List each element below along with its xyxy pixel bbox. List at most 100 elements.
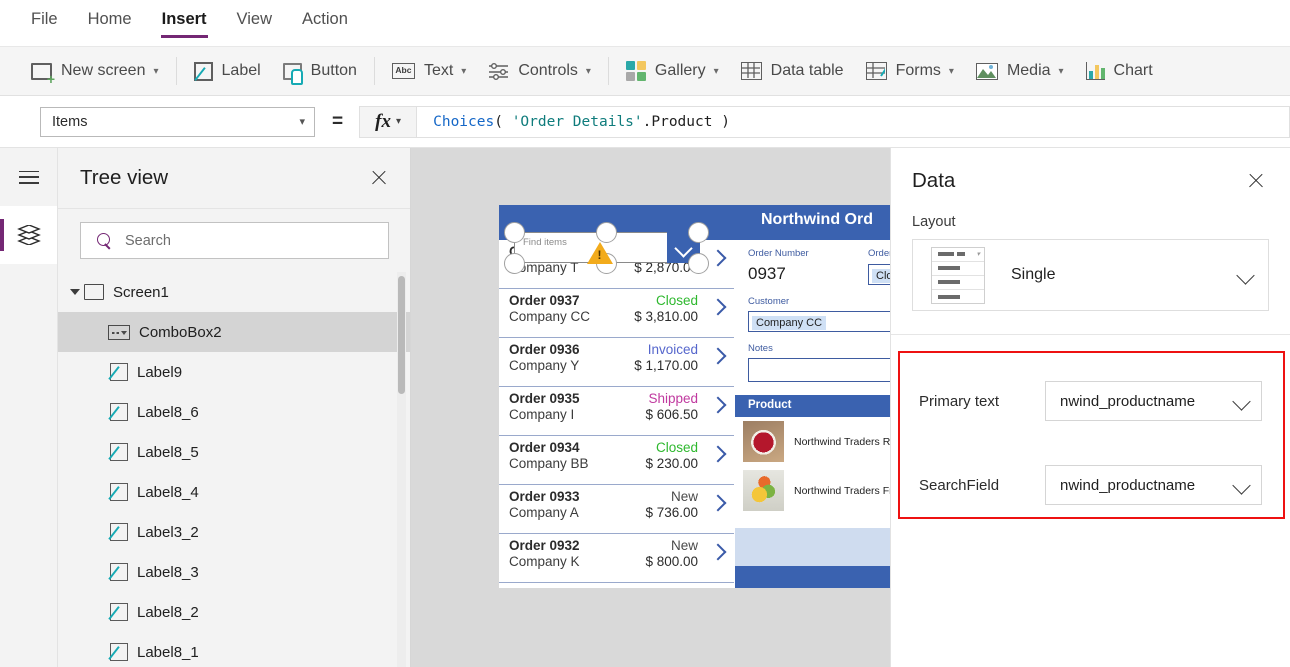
order-status: Closed bbox=[656, 440, 698, 455]
order-id: Order 0936 bbox=[509, 342, 580, 357]
tree-node-screen1[interactable]: Screen1 bbox=[58, 272, 410, 312]
layout-value: Single bbox=[1011, 266, 1055, 284]
button-icon bbox=[283, 63, 302, 80]
ribbon-label: Label bbox=[222, 62, 261, 80]
close-icon[interactable] bbox=[1242, 167, 1270, 195]
tree-node-label8-1[interactable]: Label8_1 bbox=[58, 632, 410, 667]
order-id: Order 0935 bbox=[509, 391, 580, 406]
ribbon-new-screen-button[interactable]: New screen ▾ bbox=[20, 51, 170, 91]
tree-scrollbar-thumb[interactable] bbox=[398, 276, 405, 394]
label-icon bbox=[110, 643, 128, 661]
gallery-row[interactable]: Order 0937 Closed Company CC $ 3,810.00 bbox=[499, 289, 734, 338]
customer-value: Company CC bbox=[752, 316, 826, 330]
tree-node-combobox2[interactable]: ComboBox2 bbox=[58, 312, 410, 352]
order-company: Company A bbox=[509, 505, 579, 520]
ribbon-text-button[interactable]: Abc Text ▾ bbox=[381, 51, 477, 91]
order-company: Company Y bbox=[509, 358, 579, 373]
tree-node-label9[interactable]: Label9 bbox=[58, 352, 410, 392]
tree-view-panel: Tree view Search Screen1 ComboBox2 bbox=[58, 148, 411, 667]
gallery-row[interactable]: Order 0934 Closed Company BB $ 230.00 bbox=[499, 436, 734, 485]
ribbon-label-button[interactable]: Label bbox=[183, 51, 272, 91]
ribbon-label: Media bbox=[1007, 62, 1051, 80]
search-input[interactable]: Search bbox=[80, 222, 389, 259]
tree-node-label: Screen1 bbox=[113, 284, 169, 301]
resize-handle-top-right[interactable] bbox=[688, 222, 709, 243]
resize-handle-top-center[interactable] bbox=[596, 222, 617, 243]
ribbon-label: Button bbox=[311, 62, 357, 80]
warning-triangle-icon[interactable] bbox=[587, 242, 613, 264]
search-field-label: SearchField bbox=[919, 477, 1045, 494]
chevron-down-icon[interactable] bbox=[1232, 476, 1250, 494]
menu-item-action[interactable]: Action bbox=[301, 8, 349, 38]
formula-token-paren: ) bbox=[712, 114, 729, 130]
app-canvas[interactable]: Northwind Ord Order 0938 Invoiced Compan… bbox=[411, 148, 890, 667]
property-select-value: Items bbox=[52, 114, 87, 130]
data-panel-title: Data bbox=[912, 169, 955, 193]
menu-item-insert[interactable]: Insert bbox=[161, 8, 208, 38]
layout-select[interactable]: ▾ Single bbox=[912, 239, 1269, 311]
order-id: Order 0933 bbox=[509, 489, 580, 504]
ribbon-label: Chart bbox=[1114, 62, 1153, 80]
resize-handle-bottom-left[interactable] bbox=[504, 253, 525, 274]
menu-item-home[interactable]: Home bbox=[87, 8, 133, 38]
fx-button[interactable]: fx ▾ bbox=[359, 106, 417, 138]
tree-node-label3-2[interactable]: Label3_2 bbox=[58, 512, 410, 552]
ribbon-controls-button[interactable]: Controls ▾ bbox=[477, 51, 602, 91]
gallery-row[interactable]: Order 0932 New Company K $ 800.00 bbox=[499, 534, 734, 583]
menu-item-file[interactable]: File bbox=[30, 8, 59, 38]
panel-divider bbox=[891, 334, 1290, 335]
tree-node-label8-3[interactable]: Label8_3 bbox=[58, 552, 410, 592]
raspberry-jam-thumbnail bbox=[743, 421, 784, 462]
ribbon-media-button[interactable]: Media ▾ bbox=[965, 51, 1075, 91]
resize-handle-bottom-right[interactable] bbox=[688, 253, 709, 274]
ribbon-label: Data table bbox=[771, 62, 844, 80]
primary-text-select[interactable]: nwind_productname bbox=[1045, 381, 1262, 421]
chevron-down-icon: ▾ bbox=[949, 66, 954, 77]
tree-node-label8-6[interactable]: Label8_6 bbox=[58, 392, 410, 432]
order-id: Order 0937 bbox=[509, 293, 580, 308]
tree-node-label8-2[interactable]: Label8_2 bbox=[58, 592, 410, 632]
order-company: Company K bbox=[509, 554, 580, 569]
ribbon-data-table-button[interactable]: Data table bbox=[730, 51, 855, 91]
chevron-down-icon: ▾ bbox=[714, 66, 719, 77]
close-icon[interactable] bbox=[365, 164, 393, 192]
menu-item-view[interactable]: View bbox=[236, 8, 273, 38]
ribbon-forms-button[interactable]: Forms ▾ bbox=[855, 51, 965, 91]
resize-handle-top-left[interactable] bbox=[504, 222, 525, 243]
order-id: Order 0932 bbox=[509, 538, 580, 553]
ribbon-chart-button[interactable]: Chart bbox=[1075, 51, 1164, 91]
ribbon-label: Forms bbox=[896, 62, 941, 80]
chevron-down-icon[interactable] bbox=[1232, 392, 1250, 410]
label-icon bbox=[110, 563, 128, 581]
tree-node-label: Label9 bbox=[137, 364, 182, 381]
tree-node-label: Label8_6 bbox=[137, 404, 199, 421]
ribbon-gallery-button[interactable]: Gallery ▾ bbox=[615, 51, 730, 91]
formula-input[interactable]: Choices( 'Order Details'.Product ) bbox=[417, 106, 1290, 138]
search-field-row: SearchField nwind_productname bbox=[898, 465, 1283, 505]
tree-node-list[interactable]: Screen1 ComboBox2 Label9 Label8_6 Label8… bbox=[58, 272, 410, 667]
search-field-select[interactable]: nwind_productname bbox=[1045, 465, 1262, 505]
gallery-row[interactable]: Order 0936 Invoiced Company Y $ 1,170.00 bbox=[499, 338, 734, 387]
menu-bar: File Home Insert View Action bbox=[0, 0, 1290, 47]
gallery-row[interactable]: Order 0935 Shipped Company I $ 606.50 bbox=[499, 387, 734, 436]
order-amount: $ 1,170.00 bbox=[634, 358, 698, 373]
order-amount: $ 230.00 bbox=[645, 456, 698, 471]
chevron-down-icon[interactable] bbox=[1236, 266, 1254, 284]
tree-node-label8-4[interactable]: Label8_4 bbox=[58, 472, 410, 512]
rail-item-tree-view[interactable] bbox=[0, 206, 57, 264]
collapse-menu-button[interactable] bbox=[0, 148, 57, 206]
label-icon bbox=[110, 443, 128, 461]
ribbon-button-button[interactable]: Button bbox=[272, 51, 368, 91]
property-select[interactable]: Items ▾ bbox=[40, 107, 315, 137]
tree-node-label8-5[interactable]: Label8_5 bbox=[58, 432, 410, 472]
tree-node-label: Label8_5 bbox=[137, 444, 199, 461]
label-icon bbox=[194, 62, 213, 81]
expand-caret-icon[interactable] bbox=[70, 289, 80, 295]
primary-text-row: Primary text nwind_productname bbox=[898, 381, 1283, 421]
order-status: New bbox=[671, 489, 698, 504]
formula-token-string: 'Order Details' bbox=[512, 114, 643, 130]
order-status: Shipped bbox=[648, 391, 698, 406]
ribbon-label: New screen bbox=[61, 62, 145, 80]
orders-gallery[interactable]: Order 0938 Invoiced Company T $ 2,870.00… bbox=[499, 240, 734, 588]
gallery-row[interactable]: Order 0933 New Company A $ 736.00 bbox=[499, 485, 734, 534]
